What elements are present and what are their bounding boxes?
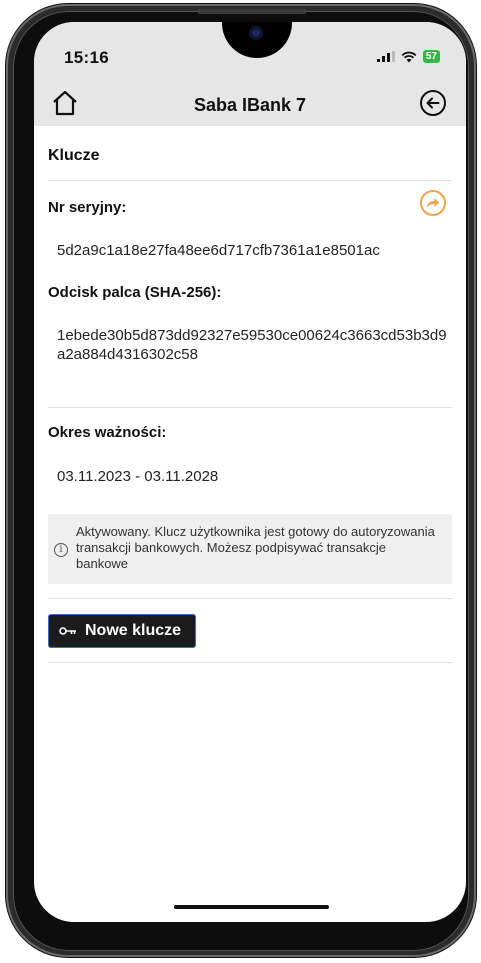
validity-label: Okres ważności: (48, 424, 167, 441)
divider (48, 407, 452, 408)
home-indicator[interactable] (174, 905, 329, 909)
new-keys-button[interactable]: Nowe klucze (49, 615, 196, 647)
signal-icon (376, 51, 395, 62)
battery-icon: 57 (422, 50, 440, 63)
back-arrow-circle-icon[interactable] (418, 88, 448, 118)
notch (222, 22, 292, 58)
status-message: Aktywowany. Klucz użytkownika jest gotow… (76, 524, 435, 571)
phone-screen: 15:16 57 Saba IBank 7 Klucze Nr seryjny:… (34, 22, 466, 922)
share-arrow-icon (427, 198, 439, 208)
fingerprint-label: Odcisk palca (SHA-256): (48, 284, 222, 301)
section-title-keys: Klucze (48, 147, 100, 164)
divider (48, 598, 452, 599)
fingerprint-value: 1ebede30b5d873dd92327e59530ce00624c3663c… (57, 327, 447, 363)
serial-number-value: 5d2a9c1a18e27fa48ee6d717cfb7361a1e8501ac (57, 242, 380, 259)
key-icon (59, 627, 76, 635)
app-header: Saba IBank 7 (34, 82, 466, 126)
status-time: 15:16 (64, 48, 109, 67)
front-camera-icon (249, 26, 263, 40)
phone-speaker (197, 9, 307, 14)
wifi-icon (401, 51, 417, 62)
validity-value: 03.11.2023 - 03.11.2028 (57, 468, 219, 485)
info-icon: i (54, 543, 68, 557)
share-icon[interactable] (420, 190, 446, 216)
divider (48, 180, 452, 181)
new-keys-button-label: Nowe klucze (85, 622, 182, 639)
app-title: Saba IBank 7 (193, 95, 307, 115)
status-info-box: i Aktywowany. Klucz użytkownika jest got… (48, 514, 452, 584)
divider (48, 662, 452, 663)
status-icons: 57 (376, 50, 440, 63)
serial-number-label: Nr seryjny: (48, 199, 127, 216)
status-bar: 15:16 57 (34, 22, 466, 82)
